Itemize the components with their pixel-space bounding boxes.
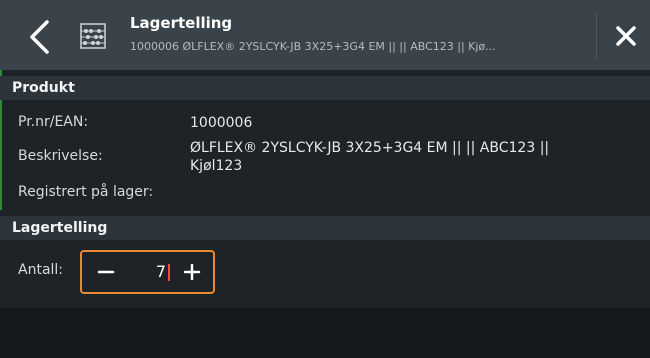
increment-button[interactable] [172,252,212,292]
footer-area [0,308,650,358]
label-antall: Antall: [18,262,64,278]
minus-icon [97,270,115,274]
value-beskrivelse-line2: Kjøl123 [190,158,243,174]
text-caret [168,264,170,281]
value-beskrivelse-line1: ØLFLEX® 2YSLCYK-JB 3X25+3G4 EM || || ABC… [190,140,550,156]
label-registrert-pa-lager: Registrert på lager: [18,184,154,200]
value-beskrivelse: ØLFLEX® 2YSLCYK-JB 3X25+3G4 EM || || ABC… [190,139,645,175]
label-beskrivelse: Beskrivelse: [18,148,103,164]
chevron-left-icon [30,20,49,54]
value-prnr-ean: 1000006 [190,115,253,131]
app-header: Lagertelling 1000006 ØLFLEX® 2YSLCYK-JB … [0,0,650,70]
close-icon [616,26,636,46]
quantity-input[interactable]: 7 [130,252,166,292]
section-header-produkt: Produkt [0,76,650,100]
label-prnr-ean: Pr.nr/EAN: [18,114,89,130]
page-title: Lagertelling [130,14,233,32]
page-subtitle: 1000006 ØLFLEX® 2YSLCYK-JB 3X25+3G4 EM |… [130,40,496,53]
close-button[interactable] [606,16,646,56]
decrement-button[interactable] [86,252,126,292]
plus-icon [183,263,201,281]
quantity-stepper[interactable]: 7 [80,250,215,294]
back-button[interactable] [16,14,62,60]
header-divider [596,12,597,60]
section-header-lagertelling: Lagertelling [0,216,650,240]
abacus-icon [80,23,106,49]
